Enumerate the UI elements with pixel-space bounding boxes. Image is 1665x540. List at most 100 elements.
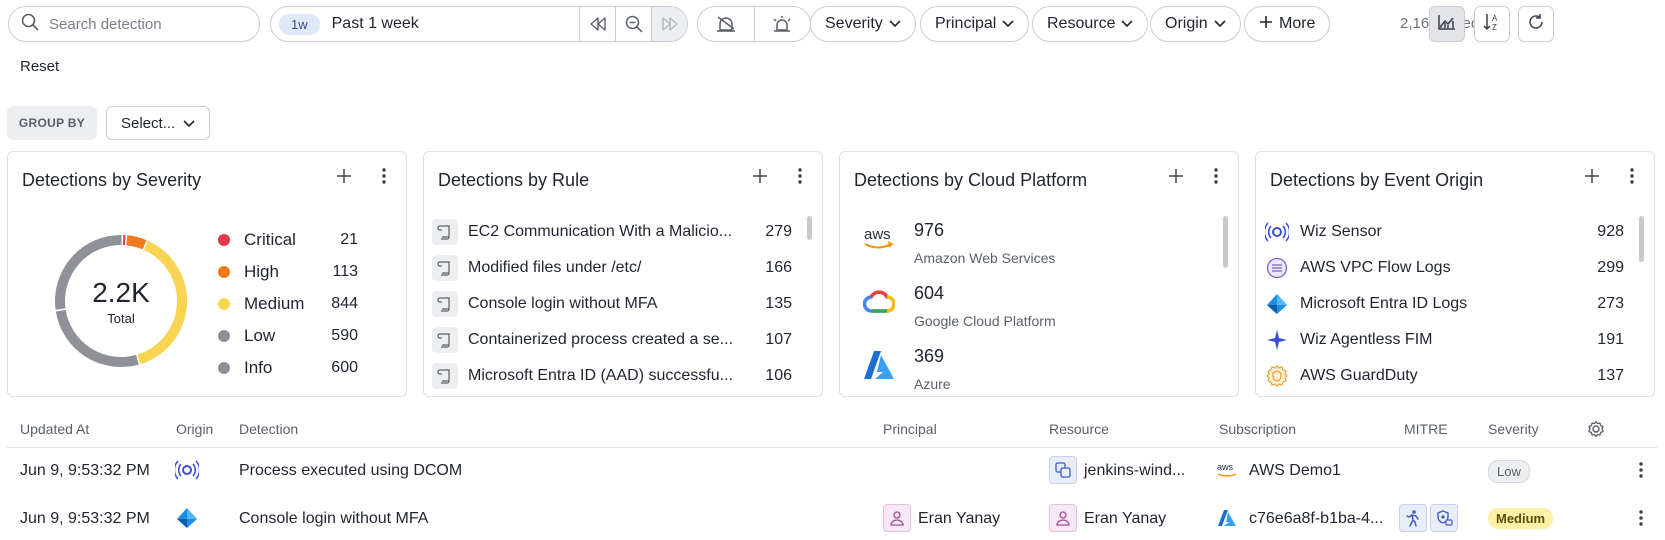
- origin-count: 191: [1597, 331, 1624, 348]
- kebab-menu-icon[interactable]: [1214, 168, 1218, 188]
- cell-detection[interactable]: Console login without MFA: [239, 510, 428, 528]
- origin-count: 137: [1597, 367, 1624, 384]
- reset-link[interactable]: Reset: [20, 58, 59, 75]
- column-header-resource[interactable]: Resource: [1049, 421, 1109, 437]
- rule-list-item[interactable]: EC2 Communication With a Malicio... 279: [432, 214, 792, 250]
- time-range-label: Past 1 week: [331, 15, 419, 32]
- card-title: Detections by Cloud Platform: [854, 170, 1088, 190]
- svg-text:A: A: [1492, 14, 1498, 23]
- rewind-icon[interactable]: [579, 7, 615, 41]
- legend-item-high[interactable]: High 113: [218, 256, 358, 288]
- origin-filter[interactable]: Origin: [1150, 6, 1241, 42]
- refresh-button[interactable]: [1518, 6, 1554, 42]
- scroll-rule-icon: [432, 291, 458, 317]
- add-icon[interactable]: [1168, 168, 1184, 188]
- chevron-down-icon: [1002, 15, 1014, 33]
- gcp-icon: [862, 285, 896, 319]
- mitre-execution-icon[interactable]: [1399, 504, 1427, 532]
- sort-button[interactable]: AZ: [1474, 6, 1510, 42]
- event-origin-card: Detections by Event Origin Wiz Sensor 92…: [1255, 151, 1655, 397]
- rule-list-item[interactable]: Containerized process created a se... 10…: [432, 322, 792, 358]
- zoom-out-icon[interactable]: [615, 7, 651, 41]
- legend-dot: [218, 298, 230, 310]
- origin-list-item[interactable]: Microsoft Entra ID Logs 273: [1264, 286, 1624, 322]
- origin-count: 273: [1597, 295, 1624, 312]
- origin-list-item[interactable]: AWS VPC Flow Logs 299: [1264, 250, 1624, 286]
- legend-item-low[interactable]: Low 590: [218, 320, 358, 352]
- origin-list: Wiz Sensor 928 AWS VPC Flow Logs 299 Mic…: [1264, 214, 1624, 394]
- table-row[interactable]: Jun 9, 9:53:32 PM Console login without …: [7, 496, 1657, 540]
- chevron-down-icon: [1121, 15, 1134, 33]
- cloud-list-item[interactable]: aws 976 Amazon Web Services: [862, 220, 1202, 280]
- fast-forward-icon[interactable]: [651, 7, 687, 41]
- donut-center: 2.2K Total: [52, 232, 190, 370]
- vm-resource-icon: [1049, 456, 1077, 484]
- column-header-mitre[interactable]: MITRE: [1404, 421, 1448, 437]
- mitre-credential-icon[interactable]: [1430, 504, 1458, 532]
- add-icon[interactable]: [1584, 168, 1600, 188]
- legend-name: Critical: [244, 230, 296, 249]
- chart-view-button[interactable]: [1429, 6, 1465, 42]
- cell-subscription[interactable]: AWS Demo1: [1249, 462, 1341, 480]
- rule-list-item[interactable]: Modified files under /etc/ 166: [432, 250, 792, 286]
- alarm-off-icon[interactable]: [698, 7, 754, 41]
- cloud-list-item[interactable]: 604 Google Cloud Platform: [862, 283, 1202, 343]
- wiz-sensor-icon: [173, 456, 201, 484]
- column-header-principal[interactable]: Principal: [883, 421, 937, 437]
- cell-resource[interactable]: jenkins-wind...: [1084, 462, 1185, 480]
- kebab-menu-icon[interactable]: [1630, 168, 1634, 188]
- add-icon[interactable]: [752, 168, 768, 188]
- column-header-severity[interactable]: Severity: [1488, 421, 1539, 437]
- group-by-select[interactable]: Select...: [106, 106, 210, 140]
- rule-count: 166: [765, 259, 792, 276]
- legend-value: 844: [331, 295, 358, 312]
- severity-filter[interactable]: Severity: [810, 6, 916, 42]
- cell-resource[interactable]: Eran Yanay: [1084, 510, 1166, 528]
- donut-total-value: 2.2K: [92, 276, 150, 308]
- legend-item-medium[interactable]: Medium 844: [218, 288, 358, 320]
- scrollbar[interactable]: [1223, 216, 1228, 268]
- column-header-detection[interactable]: Detection: [239, 421, 298, 437]
- row-kebab-menu-icon[interactable]: [1639, 510, 1643, 530]
- column-header-origin[interactable]: Origin: [176, 421, 213, 437]
- alarm-icon[interactable]: [753, 7, 811, 41]
- origin-list-item[interactable]: Wiz Agentless FIM 191: [1264, 322, 1624, 358]
- severity-filter-label: Severity: [825, 15, 883, 32]
- kebab-menu-icon[interactable]: [798, 168, 802, 188]
- legend-item-info[interactable]: Info 600: [218, 352, 358, 384]
- column-header-updated-at[interactable]: Updated At: [20, 421, 89, 437]
- origin-list-item[interactable]: Wiz Sensor 928: [1264, 214, 1624, 250]
- legend-dot: [218, 266, 230, 278]
- principal-filter[interactable]: Principal: [920, 6, 1030, 42]
- table-header: Updated At Origin Detection Principal Re…: [7, 412, 1657, 448]
- rule-list-item[interactable]: Console login without MFA 135: [432, 286, 792, 322]
- add-icon[interactable]: [336, 168, 352, 188]
- severity-legend: Critical 21 High 113 Medium 844 Low 590 …: [218, 224, 358, 384]
- cell-principal[interactable]: Eran Yanay: [918, 510, 1000, 528]
- search-input[interactable]: Search detection: [8, 6, 260, 42]
- scrollbar[interactable]: [1639, 216, 1644, 262]
- cell-subscription[interactable]: c76e6a8f-b1ba-4...: [1249, 510, 1383, 528]
- time-range-picker[interactable]: 1w Past 1 week: [270, 6, 688, 42]
- search-icon: [21, 13, 39, 35]
- card-title: Detections by Rule: [438, 170, 590, 190]
- aws-icon: aws: [862, 222, 896, 256]
- cloud-count: 976: [914, 220, 945, 240]
- table-row[interactable]: Jun 9, 9:53:32 PM Process executed using…: [7, 448, 1657, 496]
- resource-filter[interactable]: Resource: [1032, 6, 1149, 42]
- cloud-list-item[interactable]: 369 Azure: [862, 346, 1202, 396]
- toolbar: Search detection 1w Past 1 week Severity: [8, 6, 1658, 42]
- row-kebab-menu-icon[interactable]: [1639, 462, 1643, 482]
- scrollbar[interactable]: [807, 216, 812, 240]
- kebab-menu-icon[interactable]: [382, 168, 386, 188]
- more-filters-button[interactable]: More: [1244, 6, 1331, 42]
- cell-detection[interactable]: Process executed using DCOM: [239, 462, 462, 480]
- column-settings-icon[interactable]: [1587, 420, 1605, 442]
- rule-list-item[interactable]: Microsoft Entra ID (AAD) successfu... 10…: [432, 358, 792, 394]
- rule-name: Console login without MFA: [468, 295, 658, 312]
- origin-list-item[interactable]: AWS GuardDuty 137: [1264, 358, 1624, 394]
- refresh-icon: [1527, 13, 1545, 35]
- column-header-subscription[interactable]: Subscription: [1219, 421, 1296, 437]
- legend-item-critical[interactable]: Critical 21: [218, 224, 358, 256]
- legend-name: Info: [244, 358, 273, 377]
